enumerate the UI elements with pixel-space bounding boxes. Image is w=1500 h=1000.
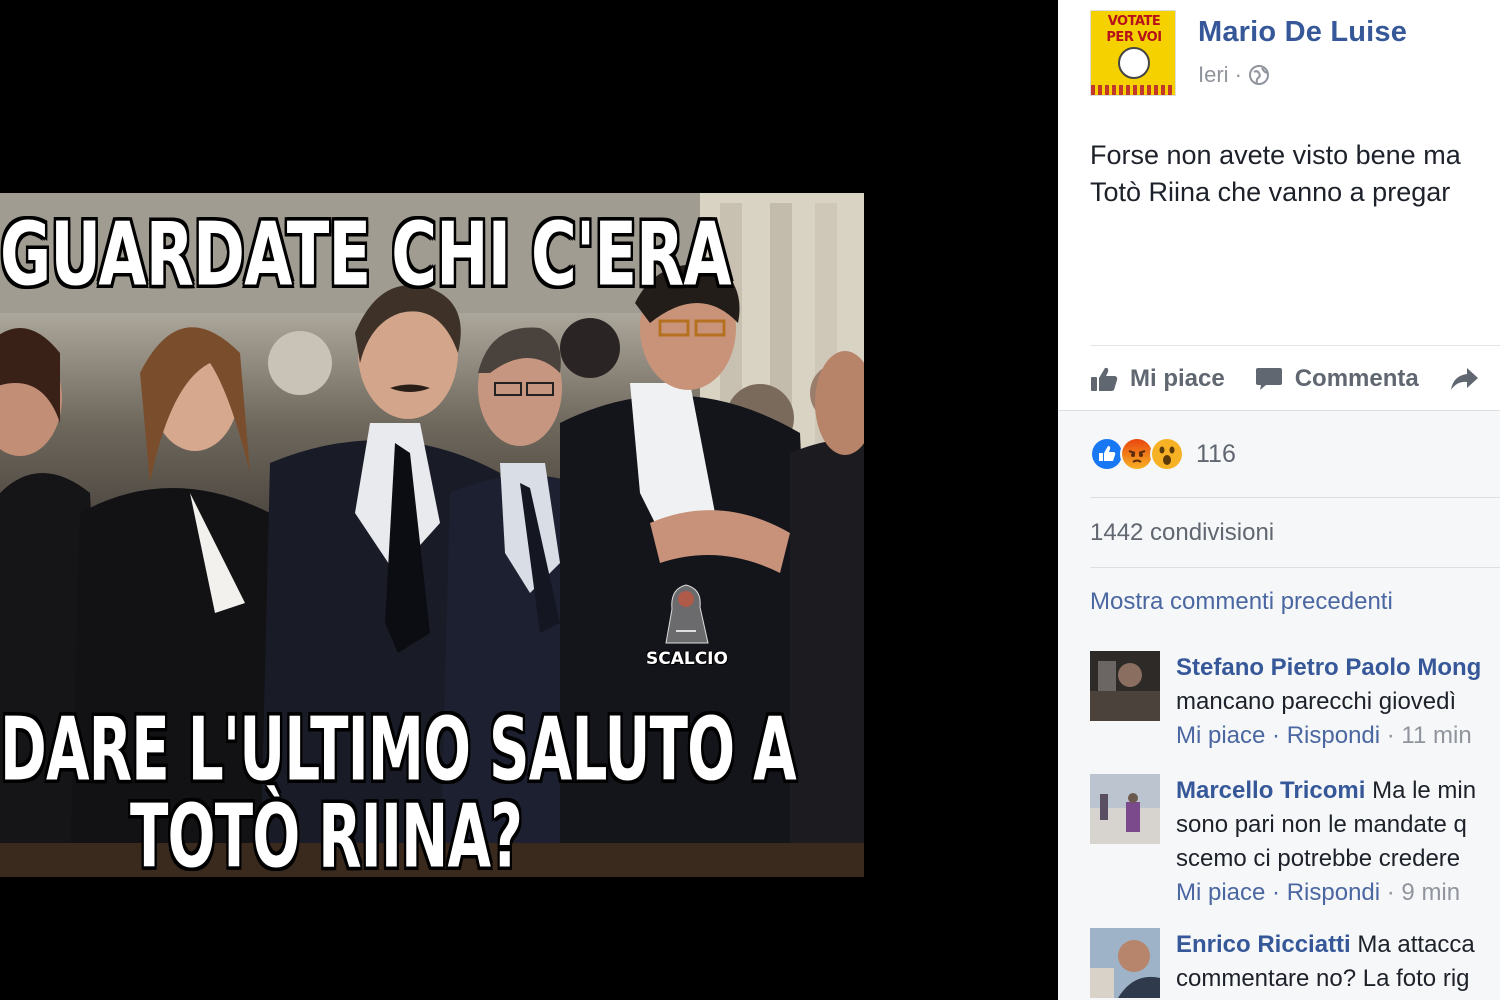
comment-button-label: Commenta — [1294, 365, 1419, 392]
shares-count-link[interactable]: 1442 condivisioni — [1090, 519, 1274, 547]
comment-text: Ma le min — [1365, 777, 1477, 804]
comment-reply-link[interactable]: Rispondi — [1287, 722, 1380, 749]
post-timestamp[interactable]: Ieri — [1198, 62, 1229, 88]
author-avatar[interactable]: VOTATE PER VOI — [1090, 10, 1176, 96]
comment-bubble-icon — [1255, 368, 1282, 390]
globe-icon — [1248, 65, 1269, 85]
comment-separator: · — [1265, 879, 1287, 906]
show-previous-comments-link[interactable]: Mostra commenti precedenti — [1090, 588, 1393, 616]
meme-caption-bottom-2: Totò Riina? — [130, 785, 523, 877]
scalcio-watermark: SCALCIO — [646, 649, 728, 669]
post-meta: Ieri · — [1198, 62, 1270, 88]
post-text-line1: Forse non avete visto bene ma — [1090, 140, 1461, 170]
commenter-avatar[interactable] — [1090, 928, 1160, 998]
comment-text-line: sono pari non le mandate q — [1176, 811, 1467, 838]
comment-separator: · — [1265, 722, 1287, 749]
comment-text-line: commentare no? La foto rig — [1176, 965, 1470, 992]
meme-photo[interactable]: SCALCIO Guardate chi c'era dare l'ultimo… — [0, 193, 864, 877]
commenter-avatar[interactable] — [1090, 774, 1160, 844]
comment-timestamp[interactable]: · 9 min — [1380, 879, 1460, 906]
photo-viewer: SCALCIO Guardate chi c'era dare l'ultimo… — [0, 0, 1058, 1000]
comment-author-link[interactable]: Marcello Tricomi — [1176, 777, 1365, 804]
comment-button[interactable]: Commenta — [1255, 365, 1419, 393]
comment-text: Ma attacca — [1350, 931, 1475, 958]
comment-like-link[interactable]: Mi piace — [1176, 722, 1265, 749]
like-reaction-icon — [1090, 437, 1124, 471]
divider — [1090, 567, 1500, 568]
comment-reply-link[interactable]: Rispondi — [1287, 879, 1380, 906]
comment-text-line: scemo ci potrebbe credere — [1176, 845, 1461, 872]
post-text-line2: Totò Riina che vanno a pregar — [1090, 177, 1451, 207]
post-actions-bar: Mi piace Commenta — [1090, 358, 1479, 400]
thumbs-up-icon — [1091, 367, 1118, 391]
comment-like-link[interactable]: Mi piace — [1176, 879, 1265, 906]
commenter-avatar[interactable] — [1090, 651, 1160, 721]
meta-separator: · — [1234, 62, 1242, 87]
share-arrow-icon — [1450, 368, 1478, 390]
post-text: Forse non avete visto bene ma Totò Riina… — [1090, 137, 1500, 211]
post-panel: VOTATE PER VOI Mario De Luise Ieri · For… — [1058, 0, 1500, 1000]
comment-text-line: mancano parecchi giovedì — [1176, 688, 1457, 715]
share-button[interactable] — [1449, 366, 1479, 392]
like-button-label: Mi piace — [1130, 365, 1225, 392]
like-button[interactable]: Mi piace — [1090, 365, 1225, 393]
comment-author-link[interactable]: Enrico Ricciatti — [1176, 931, 1351, 958]
meme-caption-top: Guardate chi c'era — [0, 205, 732, 306]
avatar-text-line1: VOTATE — [1107, 14, 1161, 29]
comment-author-link[interactable]: Stefano Pietro Paolo Mong — [1176, 654, 1481, 681]
reactions-summary[interactable]: 116 — [1090, 437, 1236, 471]
reactions-and-comments: 116 1442 condivisioni Mostra commenti pr… — [1058, 410, 1500, 1000]
avatar-crowd-band — [1091, 85, 1175, 95]
comment-timestamp[interactable]: · 11 min — [1380, 722, 1472, 749]
wow-reaction-icon — [1150, 437, 1184, 471]
movement-logo-icon — [1118, 47, 1150, 79]
divider — [1090, 345, 1500, 346]
reaction-count: 116 — [1196, 439, 1236, 468]
scalcio-logo-icon — [665, 584, 709, 644]
angry-reaction-icon — [1120, 437, 1154, 471]
avatar-text-line2: PER VOI — [1106, 30, 1162, 45]
divider — [1090, 497, 1500, 498]
author-name-link[interactable]: Mario De Luise — [1198, 16, 1407, 49]
